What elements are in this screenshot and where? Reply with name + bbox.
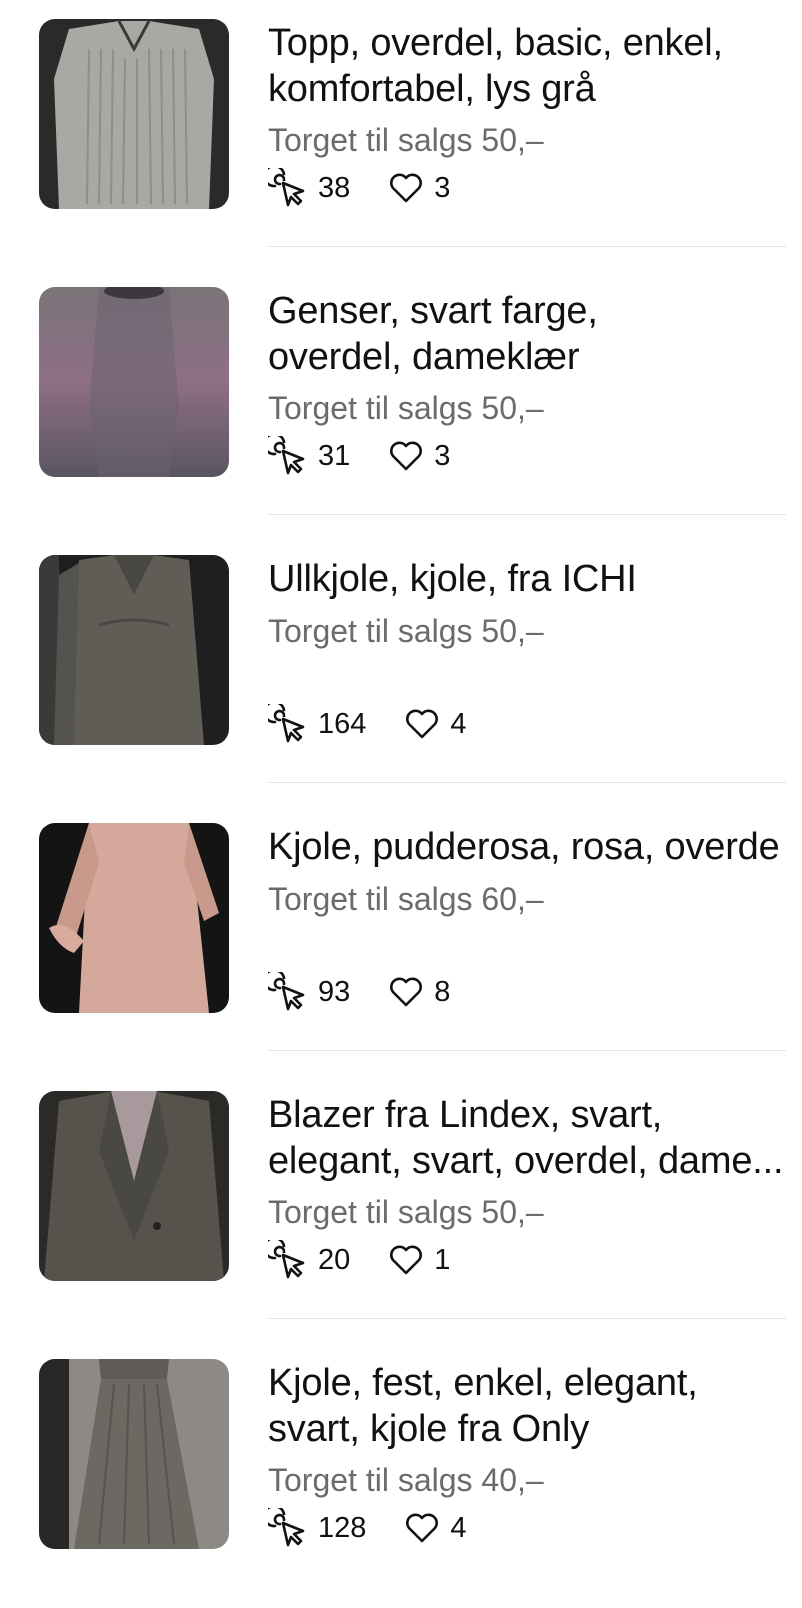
cursor-click-icon [268, 972, 305, 1011]
listing-stats: 38 3 [268, 168, 450, 208]
click-count: 164 [268, 704, 366, 744]
divider [268, 782, 786, 783]
listing-price: Torget til salgs 60,– [268, 881, 544, 917]
like-button[interactable]: 3 [388, 170, 450, 206]
click-count-value: 20 [318, 1243, 351, 1276]
like-count-value: 3 [434, 439, 451, 472]
listing-item[interactable]: Topp, overdel, basic, enkel, komfortabel… [0, 0, 802, 268]
like-button[interactable]: 4 [404, 1510, 467, 1546]
click-count: 20 [268, 1240, 350, 1280]
listing-stats: 93 8 [268, 972, 450, 1012]
click-count: 38 [268, 168, 350, 208]
listing-stats: 31 3 [268, 436, 450, 476]
cursor-click-icon [268, 436, 305, 475]
listing-stats: 128 4 [268, 1508, 467, 1548]
listing-title-line: Genser, svart farge, [268, 290, 598, 332]
product-photo-pink-dress [39, 823, 229, 1013]
click-count-value: 93 [318, 975, 351, 1008]
heart-icon [390, 173, 423, 203]
listing-item[interactable]: Blazer fra Lindex, svart, elegant, svart… [0, 1072, 802, 1340]
listing-title-line: overdel, dameklær [268, 336, 580, 378]
listing-title-line: Topp, overdel, basic, enkel, [268, 22, 723, 64]
click-count: 128 [268, 1508, 366, 1548]
listing-title-line: Kjole, fest, enkel, elegant, [268, 1362, 698, 1404]
product-photo-top [39, 19, 229, 209]
listing-title[interactable]: Kjole, fest, enkel, elegant, svart, kjol… [268, 1360, 798, 1452]
listing-thumbnail[interactable] [39, 823, 229, 1013]
listing-price: Torget til salgs 50,– [268, 122, 544, 158]
like-count-value: 8 [434, 975, 451, 1008]
heart-icon [390, 1245, 423, 1275]
listing-stats: 164 4 [268, 704, 467, 744]
click-count-value: 31 [318, 439, 351, 472]
heart-icon [406, 709, 439, 739]
listing-item[interactable]: Genser, svart farge, overdel, dameklær T… [0, 268, 802, 536]
listing-title-line: svart, kjole fra Only [268, 1408, 590, 1450]
divider [268, 1318, 786, 1319]
listing-title[interactable]: Blazer fra Lindex, svart, elegant, svart… [268, 1092, 798, 1184]
heart-icon [406, 1513, 439, 1543]
like-button[interactable]: 4 [404, 706, 467, 742]
listing-thumbnail[interactable] [39, 555, 229, 745]
listing-item[interactable]: Ullkjole, kjole, fra ICHI Torget til sal… [0, 536, 802, 804]
listing-thumbnail[interactable] [39, 1359, 229, 1549]
listing-price: Torget til salgs 50,– [268, 1194, 544, 1230]
listing-title[interactable]: Ullkjole, kjole, fra ICHI [268, 556, 798, 602]
listing-price: Torget til salgs 50,– [268, 613, 544, 649]
heart-icon [390, 977, 423, 1007]
click-count-value: 38 [318, 171, 351, 204]
click-count: 93 [268, 972, 350, 1012]
listing-title-line: elegant, svart, overdel, dame... [268, 1140, 784, 1182]
like-count-value: 3 [434, 171, 451, 204]
listing-title-line: Ullkjole, kjole, fra ICHI [268, 558, 637, 600]
listing-title[interactable]: Kjole, pudderosa, rosa, overde [268, 824, 798, 870]
divider [268, 514, 786, 515]
like-count-value: 4 [450, 707, 467, 740]
listing-item[interactable]: Kjole, fest, enkel, elegant, svart, kjol… [0, 1340, 802, 1608]
product-photo-party-dress [39, 1359, 229, 1549]
like-button[interactable]: 3 [388, 438, 450, 474]
product-photo-wool-dress [39, 555, 229, 745]
like-button[interactable]: 1 [388, 1242, 450, 1278]
divider [268, 246, 786, 247]
like-button[interactable]: 8 [388, 974, 450, 1010]
cursor-click-icon [268, 704, 305, 743]
listing-title[interactable]: Genser, svart farge, overdel, dameklær [268, 288, 798, 380]
cursor-click-icon [268, 1240, 305, 1279]
listing-title[interactable]: Topp, overdel, basic, enkel, komfortabel… [268, 20, 798, 112]
listing-thumbnail[interactable] [39, 19, 229, 209]
cursor-click-icon [268, 168, 305, 207]
listing-price: Torget til salgs 50,– [268, 390, 544, 426]
listing-price: Torget til salgs 40,– [268, 1462, 544, 1498]
listing-item[interactable]: Kjole, pudderosa, rosa, overde Torget ti… [0, 804, 802, 1072]
listing-title-line: komfortabel, lys grå [268, 68, 596, 110]
click-count-value: 164 [318, 707, 367, 740]
product-photo-sweater [39, 287, 229, 477]
like-count-value: 4 [450, 1511, 467, 1544]
divider [268, 1050, 786, 1051]
click-count: 31 [268, 436, 350, 476]
listing-thumbnail[interactable] [39, 287, 229, 477]
like-count-value: 1 [434, 1243, 451, 1276]
heart-icon [390, 441, 423, 471]
click-count-value: 128 [318, 1511, 367, 1544]
listing-title-line: Blazer fra Lindex, svart, [268, 1094, 663, 1136]
cursor-click-icon [268, 1508, 305, 1547]
listing-stats: 20 1 [268, 1240, 450, 1280]
listing-title-line: Kjole, pudderosa, rosa, overde [268, 826, 780, 868]
listing-thumbnail[interactable] [39, 1091, 229, 1281]
product-photo-blazer [39, 1091, 229, 1281]
